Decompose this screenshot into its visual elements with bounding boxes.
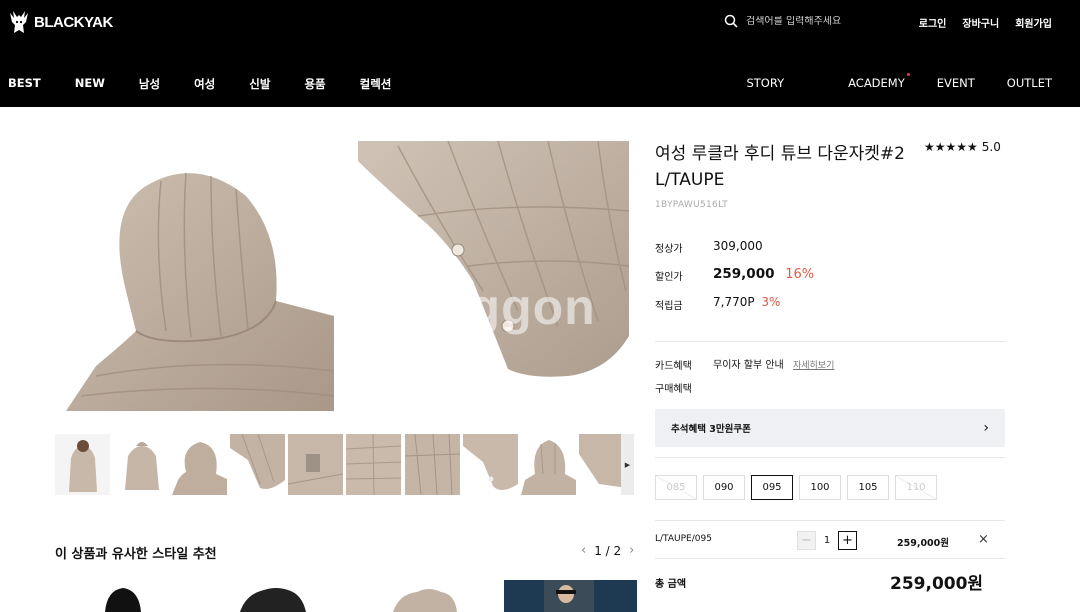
points-value: 7,770P — [713, 295, 755, 309]
product-rating[interactable]: ★★★★★ 5.0 — [924, 140, 1001, 154]
utility-links: 로그인 장바구니 회원가입 — [919, 15, 1052, 30]
nav-shoes[interactable]: 신발 — [249, 76, 270, 92]
size-105[interactable]: 105 — [847, 475, 889, 500]
image-watermark: nggon — [438, 279, 596, 335]
recommend-item-3[interactable] — [385, 580, 465, 612]
quantity-increase-button[interactable]: + — [838, 531, 857, 550]
quantity-stepper: − 1 + — [797, 531, 857, 550]
size-100[interactable]: 100 — [799, 475, 841, 500]
points-label: 적립금 — [655, 301, 683, 312]
size-090[interactable]: 090 — [703, 475, 745, 500]
thumbnail-2[interactable] — [114, 434, 169, 495]
nav-women[interactable]: 여성 — [194, 76, 215, 92]
coupon-label: 추석혜택 3만원쿠폰 — [671, 424, 751, 435]
secondary-nav: STORY ACADEMY EVENT OUTLET — [714, 73, 1052, 90]
option-price: 259,000원 — [897, 538, 950, 549]
product-image-detail[interactable] — [358, 141, 629, 411]
product-code: 1BYPAWU516LT — [655, 200, 728, 210]
divider — [655, 457, 1005, 458]
thumbnail-strip: ◀ ▶ — [55, 434, 635, 495]
card-benefit-label: 카드혜택 — [655, 361, 692, 372]
search-icon[interactable] — [724, 14, 738, 28]
rating-value: 5.0 — [981, 140, 1001, 154]
recommend-item-1[interactable] — [95, 580, 155, 612]
divider — [655, 558, 1005, 559]
thumbnail-8[interactable] — [463, 434, 518, 495]
points: 7,770P 3% — [713, 295, 780, 309]
sale-price: 259,000 16% — [713, 266, 814, 282]
nav-event[interactable]: EVENT — [937, 76, 975, 90]
recommend-item-2[interactable] — [232, 580, 312, 612]
quantity-decrease-button[interactable]: − — [797, 531, 816, 550]
card-detail-link[interactable]: 자세히보기 — [793, 361, 834, 371]
purchase-benefit-label: 구매혜택 — [655, 384, 692, 395]
chevron-right-icon: › — [983, 420, 989, 436]
sale-price-value: 259,000 — [713, 266, 775, 282]
nav-academy[interactable]: ACADEMY — [816, 73, 910, 90]
nav-academy-label: ACADEMY — [848, 76, 905, 90]
total-price: 259,000원 — [890, 574, 984, 594]
sale-price-label: 할인가 — [655, 272, 683, 283]
recommend-item-4[interactable] — [504, 580, 637, 612]
nav-story[interactable]: STORY — [746, 76, 784, 90]
product-image-hood[interactable] — [66, 141, 334, 411]
yak-logo-icon — [10, 11, 28, 33]
thumb-next-button[interactable]: ▶ — [621, 434, 634, 495]
nav-best[interactable]: BEST — [8, 76, 41, 92]
search-box[interactable] — [724, 14, 896, 28]
site-header: BLACKYAK 로그인 장바구니 회원가입 BEST NEW 남성 여성 신발… — [0, 0, 1080, 107]
regular-price: 309,000 — [713, 239, 763, 253]
size-options: 085 090 095 100 105 110 — [655, 475, 937, 500]
search-input[interactable] — [746, 15, 896, 27]
login-link[interactable]: 로그인 — [919, 15, 947, 30]
thumbnail-4[interactable] — [230, 434, 285, 495]
size-110: 110 — [895, 475, 937, 500]
brand-name: BLACKYAK — [34, 13, 113, 31]
signup-link[interactable]: 회원가입 — [1015, 15, 1052, 30]
nav-collection[interactable]: 컬렉션 — [360, 76, 392, 92]
chevron-left-icon[interactable]: ‹ — [581, 543, 586, 558]
selected-option-label: L/TAUPE/095 — [655, 534, 712, 544]
total-label: 총 금액 — [655, 579, 687, 590]
thumbnail-7[interactable] — [405, 434, 460, 495]
recommend-title: 이 상품과 유사한 스타일 추천 — [55, 547, 217, 562]
chevron-right-icon[interactable]: › — [629, 543, 634, 558]
size-095[interactable]: 095 — [751, 475, 793, 500]
sale-percent: 16% — [785, 267, 815, 282]
nav-outlet[interactable]: OUTLET — [1007, 76, 1052, 90]
thumbnail-6[interactable] — [346, 434, 401, 495]
nav-new[interactable]: NEW — [75, 76, 105, 92]
coupon-banner[interactable]: 추석혜택 3만원쿠폰 › — [655, 409, 1005, 447]
card-benefit-value: 무이자 할부 안내 — [713, 360, 784, 371]
cart-link[interactable]: 장바구니 — [962, 15, 999, 30]
thumbnail-9[interactable] — [521, 434, 576, 495]
brand-logo[interactable]: BLACKYAK — [8, 9, 113, 35]
recommend-page: 1 / 2 — [594, 543, 622, 558]
size-085: 085 — [655, 475, 697, 500]
recommend-pager: ‹ 1 / 2 › — [581, 543, 634, 558]
close-icon[interactable]: × — [978, 532, 989, 547]
nav-gear[interactable]: 용품 — [304, 76, 325, 92]
points-percent: 3% — [761, 295, 781, 309]
divider — [655, 520, 1005, 521]
thumbnail-3[interactable] — [172, 434, 227, 495]
new-dot — [906, 73, 910, 76]
quantity-value: 1 — [823, 535, 831, 546]
star-rating-icon: ★★★★★ — [924, 140, 978, 154]
divider — [655, 341, 1005, 342]
thumbnail-5[interactable] — [288, 434, 343, 495]
card-benefit: 무이자 할부 안내 자세히보기 — [713, 356, 834, 371]
main-nav: BEST NEW 남성 여성 신발 용품 컬렉션 — [8, 76, 425, 92]
nav-men[interactable]: 남성 — [139, 76, 160, 92]
regular-price-label: 정상가 — [655, 244, 683, 255]
thumbnail-1[interactable] — [55, 434, 110, 495]
product-title: 여성 루클라 후디 튜브 다운자켓#2 L/TAUPE — [655, 144, 905, 190]
